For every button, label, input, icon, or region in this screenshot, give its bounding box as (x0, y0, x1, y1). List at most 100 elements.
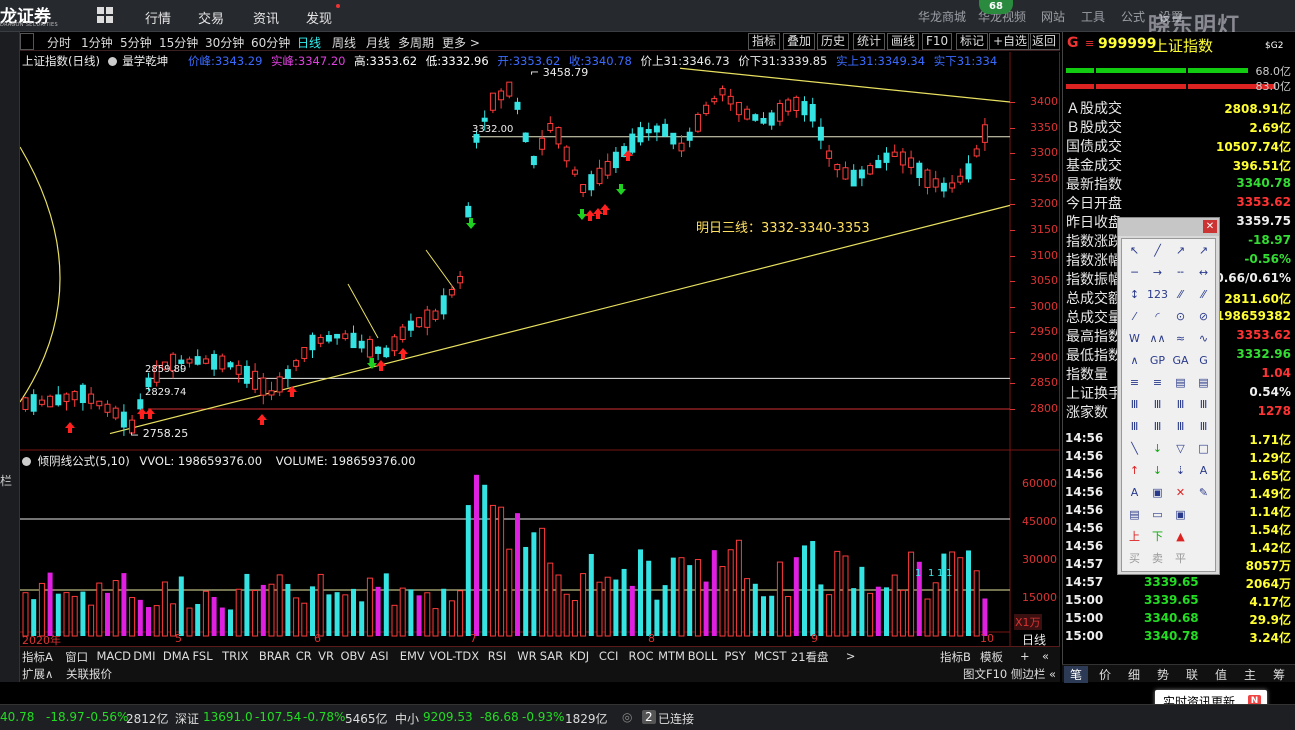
period-daily[interactable]: 日线 (297, 34, 321, 51)
draw-tool-27[interactable]: ▤ (1193, 373, 1214, 393)
indicator-tab-7[interactable]: BRAR (259, 649, 290, 663)
draw-tool-56[interactable]: 买 (1124, 549, 1145, 569)
draw-tool-59[interactable] (1193, 549, 1214, 569)
draw-tool-43[interactable]: A (1193, 461, 1214, 481)
tab-related-quotes[interactable]: 关联报价 (66, 666, 112, 682)
draw-tool-12[interactable]: ⁄ (1124, 307, 1145, 327)
drawing-tools-palette[interactable]: ✕ ↖ ╱ ↗ ↗ ─ → ╌ ↔ ↕ 123 ⁄⁄ ⁄⁄ ⁄ ◜ ⊙ ⊘ W ∧∧ ≈ ∿ ∧ GP GA G ≡ ≡ ▤ ▤ Ⅲ Ⅲ Ⅲ… (1117, 217, 1220, 575)
nav-faxian[interactable]: 发现 (306, 8, 332, 27)
draw-tool-16[interactable]: W (1124, 329, 1145, 349)
indicator-tab-3[interactable]: DMI (133, 649, 155, 663)
period-60min[interactable]: 60分钟 (251, 34, 290, 51)
draw-tool-26[interactable]: ▤ (1170, 373, 1191, 393)
indicator-tab-5[interactable]: FSL (193, 649, 213, 663)
quote-tab-0[interactable]: 笔 (1064, 666, 1089, 683)
indicator-tab-11[interactable]: ASI (370, 649, 389, 663)
nav-formula[interactable]: 公式 (1121, 8, 1145, 25)
draw-tool-28[interactable]: Ⅲ (1124, 395, 1145, 415)
indicator-tab-10[interactable]: OBV (341, 649, 365, 663)
indicator-tab-15[interactable]: WR (517, 649, 536, 663)
indicator-tab-2[interactable]: MACD (97, 649, 131, 663)
period-1min[interactable]: 1分钟 (81, 34, 113, 51)
indicator-tab-6[interactable]: TRIX (222, 649, 248, 663)
draw-tool-48[interactable]: ▤ (1124, 505, 1145, 525)
indicator-tab-16[interactable]: SAR (540, 649, 563, 663)
palette-close-icon[interactable]: ✕ (1203, 220, 1217, 233)
draw-tool-22[interactable]: GA (1170, 351, 1191, 371)
period-multi[interactable]: 多周期 (398, 34, 434, 51)
period-5min[interactable]: 5分钟 (120, 34, 152, 51)
period-30min[interactable]: 30分钟 (205, 34, 244, 51)
indicator-tab-20[interactable]: MTM (658, 649, 685, 663)
period-weekly[interactable]: 周线 (332, 34, 356, 51)
indicator-tab-24[interactable]: 21看盘 (791, 649, 829, 665)
period-monthly[interactable]: 月线 (366, 34, 390, 51)
quote-tab-3[interactable]: 势 (1157, 666, 1169, 683)
nav-zixun[interactable]: 资讯 (253, 8, 279, 27)
draw-tool-2[interactable]: ↗ (1170, 241, 1191, 261)
nav-website[interactable]: 网站 (1041, 8, 1065, 25)
draw-tool-36[interactable]: ╲ (1124, 439, 1145, 459)
indicator-right-tab-1[interactable]: 模板 (980, 649, 1003, 665)
indicator-tab-4[interactable]: DMA (163, 649, 190, 663)
draw-tool-51[interactable] (1193, 505, 1214, 525)
indicator-right-tab-0[interactable]: 指标B (940, 649, 971, 665)
indicator-tab-9[interactable]: VR (318, 649, 334, 663)
draw-tool-5[interactable]: → (1147, 263, 1168, 283)
indicator-tab-25[interactable]: > (846, 649, 856, 663)
draw-tool-31[interactable]: Ⅲ (1193, 395, 1214, 415)
menu-icon[interactable]: ≡ (1085, 37, 1094, 50)
draw-tool-52[interactable]: 上 (1124, 527, 1145, 547)
draw-tool-55[interactable] (1193, 527, 1214, 547)
draw-tool-50[interactable]: ▣ (1170, 505, 1191, 525)
draw-tool-39[interactable]: □ (1193, 439, 1214, 459)
draw-tool-38[interactable]: ▽ (1170, 439, 1191, 459)
draw-tool-35[interactable]: Ⅲ (1193, 417, 1214, 437)
draw-tool-24[interactable]: ≡ (1124, 373, 1145, 393)
btn-back[interactable]: 返回 (1028, 33, 1060, 50)
draw-tool-7[interactable]: ↔ (1193, 263, 1214, 283)
draw-tool-1[interactable]: ╱ (1147, 241, 1168, 261)
indicator-tab-12[interactable]: EMV (400, 649, 425, 663)
draw-tool-46[interactable]: ✕ (1170, 483, 1191, 503)
chart-formula-name[interactable]: 量学乾坤 (122, 54, 168, 68)
draw-tool-3[interactable]: ↗ (1193, 241, 1214, 261)
volume-gear-icon[interactable] (22, 457, 31, 466)
tab-expand[interactable]: 扩展∧ (22, 666, 53, 682)
draw-tool-37[interactable]: ↓ (1147, 439, 1168, 459)
btn-overlay[interactable]: 叠加 (783, 33, 816, 50)
draw-tool-8[interactable]: ↕ (1124, 285, 1145, 305)
btn-mark[interactable]: 标记 (956, 33, 989, 50)
draw-tool-20[interactable]: ∧ (1124, 351, 1145, 371)
grid-menu-icon[interactable] (97, 7, 113, 23)
quote-tab-7[interactable]: 筹 (1273, 666, 1285, 683)
toggle-box-icon[interactable] (20, 33, 34, 50)
draw-tool-9[interactable]: 123 (1147, 285, 1168, 305)
draw-tool-6[interactable]: ╌ (1170, 263, 1191, 283)
draw-tool-49[interactable]: ▭ (1147, 505, 1168, 525)
draw-tool-4[interactable]: ─ (1124, 263, 1145, 283)
indicator-tab-22[interactable]: PSY (725, 649, 746, 663)
draw-tool-13[interactable]: ◜ (1147, 307, 1168, 327)
draw-tool-40[interactable]: ↑ (1124, 461, 1145, 481)
draw-tool-54[interactable]: ▲ (1170, 527, 1191, 547)
btn-history[interactable]: 历史 (817, 33, 850, 50)
draw-tool-45[interactable]: ▣ (1147, 483, 1168, 503)
draw-tool-17[interactable]: ∧∧ (1147, 329, 1168, 349)
tab-f10-sidebar[interactable]: 图文F10 侧边栏 « (963, 666, 1056, 682)
period-15min[interactable]: 15分钟 (159, 34, 198, 51)
period-more[interactable]: 更多 > (442, 34, 480, 51)
indicator-tab-23[interactable]: MCST (754, 649, 786, 663)
quote-tab-1[interactable]: 价 (1099, 666, 1111, 683)
draw-tool-21[interactable]: GP (1147, 351, 1168, 371)
draw-tool-18[interactable]: ≈ (1170, 329, 1191, 349)
btn-indicator[interactable]: 指标 (748, 33, 781, 50)
formula-gear-icon[interactable] (107, 57, 117, 66)
draw-tool-29[interactable]: Ⅲ (1147, 395, 1168, 415)
draw-tool-19[interactable]: ∿ (1193, 329, 1214, 349)
draw-tool-14[interactable]: ⊙ (1170, 307, 1191, 327)
draw-tool-33[interactable]: Ⅲ (1147, 417, 1168, 437)
draw-tool-11[interactable]: ⁄⁄ (1193, 285, 1214, 305)
indicator-tab-21[interactable]: BOLL (688, 649, 718, 663)
draw-tool-57[interactable]: 卖 (1147, 549, 1168, 569)
